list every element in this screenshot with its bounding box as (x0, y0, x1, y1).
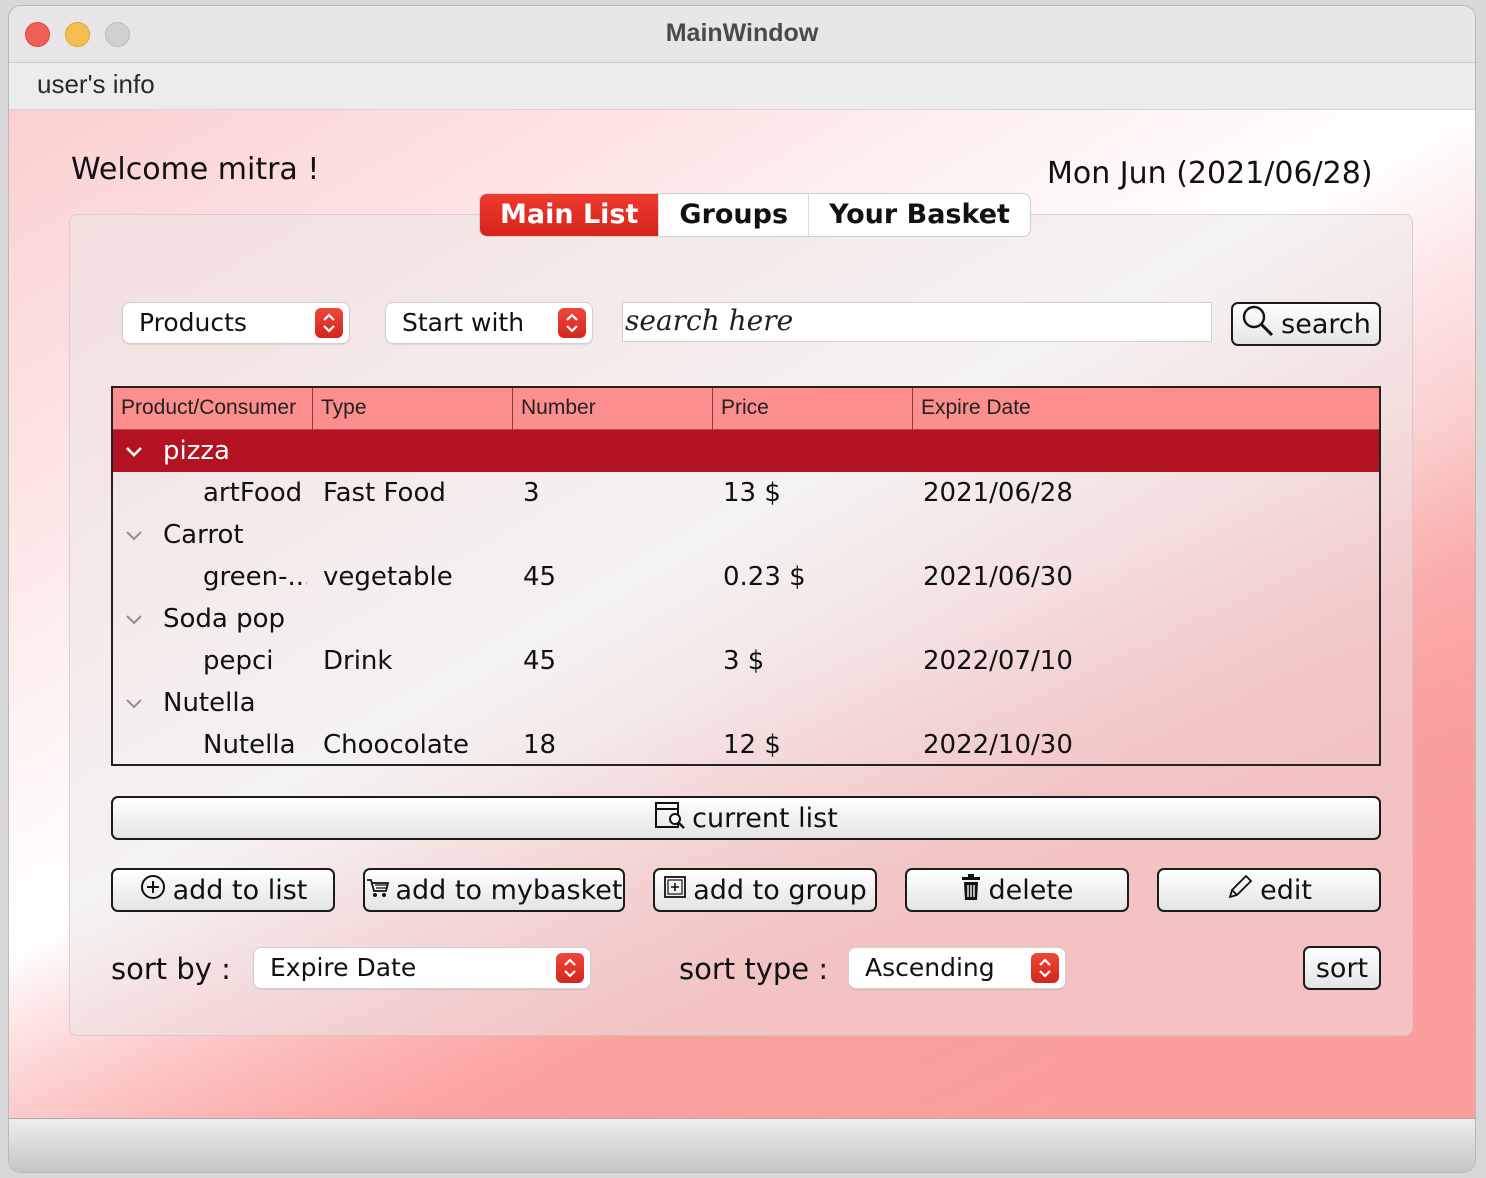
pencil-icon (1226, 873, 1254, 908)
add-to-group-label: add to group (693, 874, 867, 906)
products-tree-table[interactable]: Product/Consumer Type Number Price Expir… (111, 386, 1381, 766)
table-header: Product/Consumer Type Number Price Expir… (113, 388, 1379, 430)
sort-by-select[interactable]: Expire Date (254, 948, 590, 988)
trash-icon (960, 873, 982, 908)
tab-main-list[interactable]: Main List (480, 194, 660, 236)
cell-number: 45 (523, 646, 557, 676)
table-row[interactable]: Nutella Choocolate 18 12 $ 2022/10/30 (113, 724, 1379, 764)
add-to-list-button[interactable]: add to list (111, 868, 335, 912)
window-title: MainWindow (665, 19, 819, 47)
category-select-value: Products (139, 308, 247, 337)
add-to-mybasket-button[interactable]: add to mybasket (363, 868, 625, 912)
select-arrows-icon (558, 308, 586, 338)
cell-expire-date: 2022/10/30 (923, 730, 1073, 760)
column-header-type[interactable]: Type (313, 388, 513, 429)
cell-expire-date: 2021/06/28 (923, 478, 1073, 508)
plus-circle-icon (139, 873, 167, 908)
group-name: Soda pop (163, 604, 286, 634)
list-search-icon (654, 800, 686, 837)
cell-type: Drink (323, 646, 393, 676)
sort-type-select[interactable]: Ascending (849, 948, 1065, 988)
sort-by-label: sort by : (111, 952, 231, 986)
delete-label: delete (988, 874, 1074, 906)
cell-type: Choocolate (323, 730, 469, 760)
table-group-row[interactable]: Nutella (113, 682, 1379, 724)
search-button-label: search (1281, 308, 1371, 340)
cell-number: 3 (523, 478, 540, 508)
sort-button[interactable]: sort (1303, 946, 1381, 990)
current-list-label: current list (692, 802, 838, 834)
current-date: Mon Jun (2021/06/28) (1047, 156, 1373, 191)
tab-groups[interactable]: Groups (659, 194, 810, 236)
current-list-button[interactable]: current list (111, 796, 1381, 840)
category-select[interactable]: Products (123, 303, 349, 343)
column-header-product[interactable]: Product/Consumer (113, 388, 313, 429)
table-row[interactable]: pepci Drink 45 3 $ 2022/07/10 (113, 640, 1379, 682)
status-bar (9, 1118, 1475, 1172)
chevron-down-icon[interactable] (125, 430, 143, 472)
plus-square-icon (663, 875, 687, 906)
search-icon (1241, 304, 1275, 345)
add-to-list-label: add to list (172, 874, 308, 906)
add-to-mybasket-label: add to mybasket (395, 874, 623, 906)
chevron-down-icon[interactable] (125, 682, 143, 724)
edit-label: edit (1260, 874, 1312, 906)
title-bar: MainWindow (9, 6, 1475, 63)
sort-type-select-value: Ascending (865, 953, 995, 982)
group-name: Nutella (163, 688, 256, 718)
select-arrows-icon (315, 308, 343, 338)
sort-by-select-value: Expire Date (270, 953, 417, 982)
group-name: Carrot (163, 520, 244, 550)
search-input[interactable]: search here (622, 302, 1212, 342)
delete-button[interactable]: delete (905, 868, 1129, 912)
welcome-text: Welcome mitra ! (71, 152, 320, 187)
select-arrows-icon (556, 953, 584, 983)
add-to-group-button[interactable]: add to group (653, 868, 877, 912)
main-content: Welcome mitra ! Mon Jun (2021/06/28) Mai… (9, 110, 1475, 1118)
cell-type: vegetable (323, 562, 453, 592)
cell-product: green-... (203, 562, 307, 592)
cart-icon (366, 875, 390, 906)
menu-bar: user's info (9, 63, 1475, 110)
tab-bar: Main List Groups Your Basket (480, 194, 1030, 236)
sort-type-label: sort type : (679, 952, 829, 986)
cell-product: pepci (203, 646, 274, 676)
table-row[interactable]: green-... vegetable 45 0.23 $ 2021/06/30 (113, 556, 1379, 598)
cell-expire-date: 2021/06/30 (923, 562, 1073, 592)
column-header-number[interactable]: Number (513, 388, 713, 429)
select-arrows-icon (1031, 953, 1059, 983)
table-group-row[interactable]: Carrot (113, 514, 1379, 556)
menu-users-info[interactable]: user's info (37, 63, 155, 105)
cell-number: 18 (523, 730, 557, 760)
match-mode-select-value: Start with (402, 308, 525, 337)
cell-price: 12 $ (723, 730, 781, 760)
table-group-row[interactable]: Soda pop (113, 598, 1379, 640)
main-window: MainWindow user's info Welcome mitra ! M… (9, 6, 1475, 1172)
cell-expire-date: 2022/07/10 (923, 646, 1073, 676)
cell-product: Nutella (203, 730, 296, 760)
chevron-down-icon[interactable] (125, 514, 143, 556)
cell-product: artFood (203, 478, 303, 508)
cell-price: 3 $ (723, 646, 765, 676)
cell-type: Fast Food (323, 478, 446, 508)
column-header-expire-date[interactable]: Expire Date (913, 388, 1379, 429)
search-button[interactable]: search (1231, 302, 1381, 346)
table-row[interactable]: artFood Fast Food 3 13 $ 2021/06/28 (113, 472, 1379, 514)
tab-your-basket[interactable]: Your Basket (809, 194, 1030, 236)
match-mode-select[interactable]: Start with (386, 303, 592, 343)
column-header-price[interactable]: Price (713, 388, 913, 429)
table-group-row[interactable]: pizza (113, 430, 1379, 472)
edit-button[interactable]: edit (1157, 868, 1381, 912)
chevron-down-icon[interactable] (125, 598, 143, 640)
cell-price: 0.23 $ (723, 562, 806, 592)
cell-number: 45 (523, 562, 557, 592)
cell-price: 13 $ (723, 478, 781, 508)
group-name: pizza (163, 436, 230, 466)
